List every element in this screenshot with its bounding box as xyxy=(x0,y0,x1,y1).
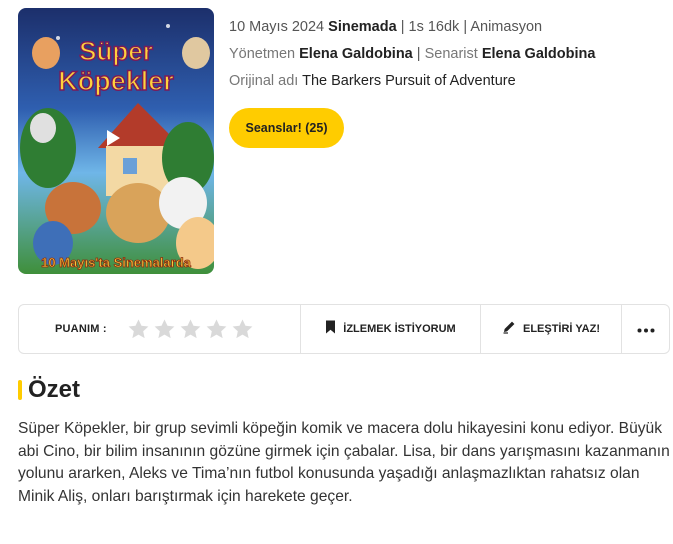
watchlist-label: İZLEMEK İSTİYORUM xyxy=(343,323,456,335)
rating-label: PUANIM : xyxy=(55,323,107,335)
credits-line: Yönetmen Elena Galdobina | Senarist Elen… xyxy=(229,46,596,62)
heading-accent-bar xyxy=(18,380,22,400)
play-icon[interactable] xyxy=(105,129,131,155)
original-title: The Barkers Pursuit of Adventure xyxy=(302,73,516,89)
rating-section: PUANIM : xyxy=(19,305,301,353)
star-icon[interactable] xyxy=(127,318,150,341)
showtimes-button[interactable]: Seanslar! (25) xyxy=(229,108,344,148)
write-review-label: ELEŞTİRİ YAZ! xyxy=(522,323,601,335)
writer-link[interactable]: Elena Galdobina xyxy=(482,46,596,62)
rating-stars xyxy=(127,318,254,341)
summary-title: Özet xyxy=(28,376,81,403)
action-bar: PUANIM : İZLEMEK İSTİYORUM ELEŞTİRİ YAZ! xyxy=(18,304,670,354)
movie-poster[interactable]: Süper Köpekler 10 Mayıs'ta Sinemalarda xyxy=(18,8,214,274)
poster-tagline: 10 Mayıs'ta Sinemalarda xyxy=(41,255,192,270)
watchlist-button[interactable]: İZLEMEK İSTİYORUM xyxy=(301,305,481,353)
star-icon[interactable] xyxy=(231,318,254,341)
release-line: 10 Mayıs 2024 Sinemada | 1s 16dk | Anima… xyxy=(229,19,543,35)
genre-link[interactable]: Animasyon xyxy=(470,19,542,35)
star-icon[interactable] xyxy=(205,318,228,341)
more-horizontal-icon xyxy=(637,320,655,338)
bookmark-icon xyxy=(325,320,336,339)
poster-title-line2: Köpekler xyxy=(58,66,174,96)
duration: 1s 16dk xyxy=(408,19,460,35)
release-date: 10 Mayıs 2024 xyxy=(229,19,325,35)
movie-info: 10 Mayıs 2024 Sinemada | 1s 16dk | Anima… xyxy=(229,14,595,95)
star-icon[interactable] xyxy=(153,318,176,341)
star-icon[interactable] xyxy=(179,318,202,341)
director-link[interactable]: Elena Galdobina xyxy=(299,46,413,62)
summary-text: Süper Köpekler, bir grup sevimli köpeğin… xyxy=(18,420,670,505)
more-options-button[interactable] xyxy=(622,305,669,353)
poster-title-line1: Süper xyxy=(79,36,153,66)
original-title-line: Orijinal adı The Barkers Pursuit of Adve… xyxy=(229,68,595,95)
original-title-label: Orijinal adı xyxy=(229,73,299,89)
release-status[interactable]: Sinemada xyxy=(328,19,397,35)
writer-label: Senarist xyxy=(424,46,478,62)
write-review-button[interactable]: ELEŞTİRİ YAZ! xyxy=(481,305,622,353)
director-label: Yönetmen xyxy=(229,46,296,62)
pencil-icon xyxy=(502,320,516,339)
summary-heading: Özet xyxy=(18,376,80,404)
